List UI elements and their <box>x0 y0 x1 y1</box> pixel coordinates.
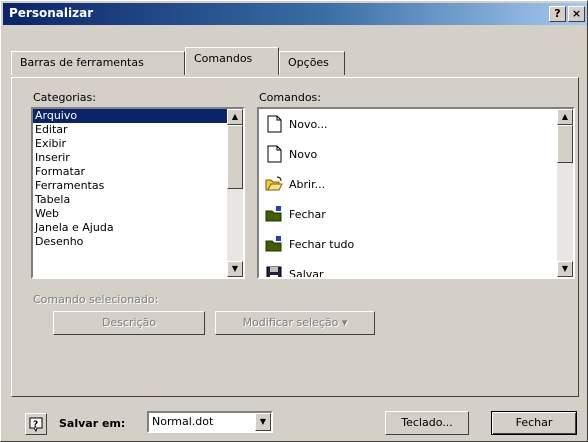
modify-selection-label: Modificar seleção ▾ <box>242 316 348 329</box>
list-item[interactable]: Editar <box>33 123 243 137</box>
scroll-thumb[interactable] <box>227 125 243 189</box>
commands-label: Comandos: <box>259 91 321 104</box>
list-item[interactable]: Exibir <box>33 137 243 151</box>
scroll-down-button[interactable]: ▼ <box>227 261 243 277</box>
list-item[interactable]: Fechar <box>259 199 573 229</box>
new-document-icon <box>265 145 283 163</box>
list-item[interactable]: Web <box>33 207 243 221</box>
help-button-footer[interactable]: ? <box>25 413 47 435</box>
categories-scrollbar[interactable]: ▲ ▼ <box>227 109 243 277</box>
command-label: Abrir... <box>289 177 326 191</box>
title-bar: Personalizar ? × <box>3 3 587 25</box>
command-label: Salvar <box>289 267 324 279</box>
tab-label: Barras de ferramentas <box>20 56 144 69</box>
commands-listbox[interactable]: Novo... Novo Abrir... Fechar Fechar tudo <box>257 107 575 279</box>
categories-listbox[interactable]: Arquivo Editar Exibir Inserir Formatar F… <box>31 107 245 279</box>
arrow-down-icon: ▼ <box>231 264 239 273</box>
tab-comandos[interactable]: Comandos <box>185 47 279 75</box>
save-in-select[interactable]: Normal.dot ▼ <box>147 411 273 433</box>
arrow-down-icon: ▼ <box>561 264 569 273</box>
command-label: Fechar <box>289 207 326 221</box>
close-folder-icon <box>265 235 283 253</box>
command-label: Novo... <box>289 117 328 131</box>
description-button-label: Descrição <box>101 316 157 329</box>
scroll-down-button[interactable]: ▼ <box>557 261 573 277</box>
floppy-disk-icon <box>265 265 283 277</box>
tab-opcoes[interactable]: Opções <box>279 51 345 75</box>
window-title: Personalizar <box>9 6 94 20</box>
open-folder-icon <box>265 175 283 193</box>
categories-label: Categorias: <box>33 91 96 104</box>
list-item[interactable]: Janela e Ajuda <box>33 221 243 235</box>
close-button[interactable]: × <box>568 6 585 22</box>
scroll-up-button[interactable]: ▲ <box>227 109 243 125</box>
list-item[interactable]: Salvar <box>259 259 573 279</box>
dropdown-button[interactable]: ▼ <box>255 413 271 431</box>
scroll-thumb[interactable] <box>557 125 573 163</box>
arrow-up-icon: ▲ <box>561 112 569 121</box>
help-icon: ? <box>554 7 561 20</box>
list-item[interactable]: Arquivo <box>33 109 243 123</box>
selected-command-label: Comando selecionado: <box>33 293 159 306</box>
close-icon: × <box>571 7 582 20</box>
list-item[interactable]: Desenho <box>33 235 243 249</box>
list-item[interactable]: Formatar <box>33 165 243 179</box>
list-item[interactable]: Fechar tudo <box>259 229 573 259</box>
keyboard-button[interactable]: Teclado... <box>385 411 469 435</box>
list-item[interactable]: Novo... <box>259 109 573 139</box>
tab-label: Comandos <box>194 52 253 65</box>
command-label: Novo <box>289 147 318 161</box>
customize-dialog: Personalizar ? × Barras de ferramentas C… <box>0 0 588 442</box>
tab-barras-de-ferramentas[interactable]: Barras de ferramentas <box>11 51 185 75</box>
command-label: Fechar tudo <box>289 237 355 251</box>
svg-text:?: ? <box>33 420 38 430</box>
close-folder-icon <box>265 205 283 223</box>
list-item[interactable]: Inserir <box>33 151 243 165</box>
save-in-value: Normal.dot <box>152 415 214 428</box>
tab-label: Opções <box>288 56 329 69</box>
list-item[interactable]: Ferramentas <box>33 179 243 193</box>
new-document-icon <box>265 115 283 133</box>
list-item[interactable]: Abrir... <box>259 169 573 199</box>
help-button[interactable]: ? <box>549 6 566 22</box>
keyboard-button-label: Teclado... <box>401 416 453 429</box>
modify-selection-button[interactable]: Modificar seleção ▾ <box>215 311 375 335</box>
close-dialog-button[interactable]: Fechar <box>491 411 577 435</box>
chevron-down-icon: ▼ <box>259 417 267 426</box>
description-button[interactable]: Descrição <box>53 311 205 335</box>
commands-scrollbar[interactable]: ▲ ▼ <box>557 109 573 277</box>
save-in-label: Salvar em: <box>59 417 126 430</box>
arrow-up-icon: ▲ <box>231 112 239 121</box>
help-icon: ? <box>28 417 44 435</box>
list-item[interactable]: Novo <box>259 139 573 169</box>
list-item[interactable]: Tabela <box>33 193 243 207</box>
close-dialog-label: Fechar <box>515 416 553 429</box>
scroll-up-button[interactable]: ▲ <box>557 109 573 125</box>
